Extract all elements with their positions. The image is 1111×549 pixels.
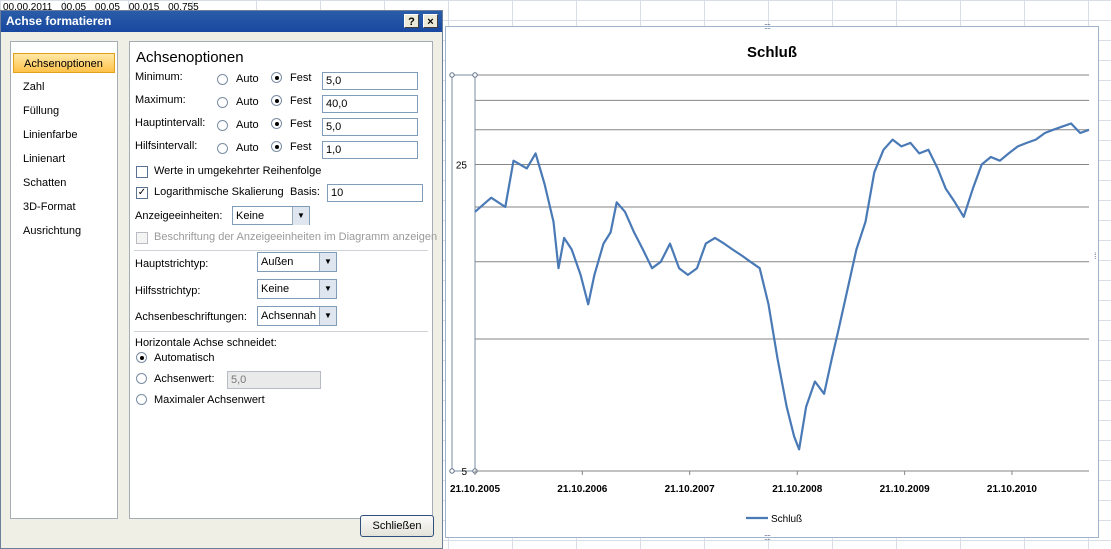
close-button[interactable]: Schließen <box>360 515 434 537</box>
crosses-auto-radio[interactable] <box>136 352 147 363</box>
chevron-down-icon[interactable]: ▼ <box>292 207 309 225</box>
x-tick-label: 21.10.2010 <box>987 484 1037 495</box>
x-tick-label: 21.10.2008 <box>772 484 822 495</box>
maximum-auto-label[interactable]: Auto <box>236 96 259 108</box>
log-base-label: Basis: <box>290 186 320 198</box>
nav-item-fuellung[interactable]: Füllung <box>13 101 115 121</box>
x-tick-label: 21.10.2005 <box>450 484 500 495</box>
minimum-field[interactable]: 5,0 <box>322 72 418 90</box>
axis-labels-value: Achsennah <box>261 310 317 322</box>
chevron-down-icon[interactable]: ▼ <box>319 253 336 271</box>
divider <box>134 250 428 251</box>
maximum-fixed-radio[interactable] <box>271 95 282 106</box>
minor-unit-field[interactable]: 1,0 <box>322 141 418 159</box>
divider <box>134 331 428 332</box>
reverse-order-checkbox[interactable] <box>136 166 148 178</box>
chevron-down-icon[interactable]: ▼ <box>319 280 336 298</box>
nav-item-3d-format[interactable]: 3D-Format <box>13 197 115 217</box>
minimum-fixed-radio[interactable] <box>271 72 282 83</box>
display-units-value: Keine <box>236 210 265 222</box>
show-units-label: Beschriftung der Anzeigeeinheiten im Dia… <box>154 231 438 243</box>
axis-labels-label: Achsenbeschriftungen: <box>135 311 247 323</box>
maximum-auto-radio[interactable] <box>217 97 228 108</box>
major-unit-fixed-radio[interactable] <box>271 118 282 129</box>
minor-tick-label: Hilfsstrichtyp: <box>135 285 201 297</box>
nav-item-zahl[interactable]: Zahl <box>13 77 115 97</box>
major-unit-auto-radio[interactable] <box>217 120 228 131</box>
nav-item-linienart[interactable]: Linienart <box>13 149 115 169</box>
major-unit-auto-label[interactable]: Auto <box>236 119 259 131</box>
minor-unit-fixed-label[interactable]: Fest <box>290 141 311 153</box>
x-tick-label: 21.10.2009 <box>880 484 930 495</box>
major-unit-fixed-label[interactable]: Fest <box>290 118 311 130</box>
minor-unit-label: Hilfsintervall: <box>135 140 198 152</box>
minor-unit-auto-label[interactable]: Auto <box>236 142 259 154</box>
crosses-auto-label[interactable]: Automatisch <box>154 352 215 364</box>
series-line <box>474 122 1090 451</box>
chart-plot[interactable]: Schluß 25 5 21.10.2005 21.10.2006 21.10.2007 2… <box>446 27 1098 537</box>
log-base-field[interactable]: 10 <box>327 184 423 202</box>
panel-title: Achsenoptionen <box>136 49 244 66</box>
x-tick-label: 21.10.2006 <box>557 484 607 495</box>
selection-handle <box>472 72 478 78</box>
minor-unit-auto-radio[interactable] <box>217 143 228 154</box>
reverse-order-label[interactable]: Werte in umgekehrter Reihenfolge <box>154 165 321 177</box>
dialog-title: Achse formatieren <box>6 14 112 28</box>
nav-item-schatten[interactable]: Schatten <box>13 173 115 193</box>
chart-object[interactable]: :::: :::: ⁞ Schluß 25 5 21.10.2005 21.10.200… <box>445 21 1099 542</box>
log-scale-label[interactable]: Logarithmische Skalierung <box>154 186 284 198</box>
x-tick-label: 21.10.2007 <box>665 484 715 495</box>
major-unit-field[interactable]: 5,0 <box>322 118 418 136</box>
chart-title: Schluß <box>747 44 797 61</box>
minimum-fixed-label[interactable]: Fest <box>290 72 311 84</box>
maximum-label: Maximum: <box>135 94 186 106</box>
dialog-titlebar[interactable]: Achse formatieren ? × <box>1 11 442 32</box>
axis-labels-select[interactable]: Achsennah ▼ <box>257 306 337 326</box>
minimum-auto-radio[interactable] <box>217 74 228 85</box>
crosses-heading: Horizontale Achse schneidet: <box>135 337 277 349</box>
help-button[interactable]: ? <box>404 14 419 28</box>
y-tick-label: 25 <box>456 161 468 172</box>
minor-unit-fixed-radio[interactable] <box>271 141 282 152</box>
chevron-down-icon[interactable]: ▼ <box>319 307 336 325</box>
show-units-checkbox[interactable] <box>136 232 148 244</box>
crosses-value-radio[interactable] <box>136 373 147 384</box>
major-tick-select[interactable]: Außen ▼ <box>257 252 337 272</box>
maximum-fixed-label[interactable]: Fest <box>290 95 311 107</box>
nav-item-achsenoptionen[interactable]: Achsenoptionen <box>13 53 115 73</box>
display-units-label: Anzeigeeinheiten: <box>135 210 223 222</box>
log-scale-checkbox[interactable]: ✓ <box>136 187 148 199</box>
nav-item-linienfarbe[interactable]: Linienfarbe <box>13 125 115 145</box>
crosses-value-field[interactable]: 5,0 <box>227 371 321 389</box>
minimum-label: Minimum: <box>135 71 183 83</box>
minor-tick-select[interactable]: Keine ▼ <box>257 279 337 299</box>
crosses-max-label[interactable]: Maximaler Achsenwert <box>154 394 265 406</box>
selection-handle <box>449 468 455 474</box>
minimum-auto-label[interactable]: Auto <box>236 73 259 85</box>
maximum-field[interactable]: 40,0 <box>322 95 418 113</box>
axis-selection-box <box>451 74 476 472</box>
category-list: Achsenoptionen Zahl Füllung Linienfarbe … <box>10 41 118 519</box>
format-axis-dialog: Achse formatieren ? × Achsenoptionen Zah… <box>0 10 443 549</box>
y-tick-label: 5 <box>461 467 467 478</box>
crosses-value-label[interactable]: Achsenwert: <box>154 373 215 385</box>
close-icon[interactable]: × <box>423 14 438 28</box>
display-units-select[interactable]: Keine ▼ <box>232 206 310 225</box>
major-tick-label: Hauptstrichtyp: <box>135 258 209 270</box>
nav-item-ausrichtung[interactable]: Ausrichtung <box>13 221 115 241</box>
legend-label: Schluß <box>771 514 802 525</box>
minor-tick-value: Keine <box>261 283 290 295</box>
crosses-max-radio[interactable] <box>136 394 147 405</box>
selection-handle <box>449 72 455 78</box>
axis-options-panel: Achsenoptionen Minimum: Auto Fest 5,0 Ma… <box>129 41 437 519</box>
major-tick-value: Außen <box>261 256 294 268</box>
major-unit-label: Hauptintervall: <box>135 117 206 129</box>
